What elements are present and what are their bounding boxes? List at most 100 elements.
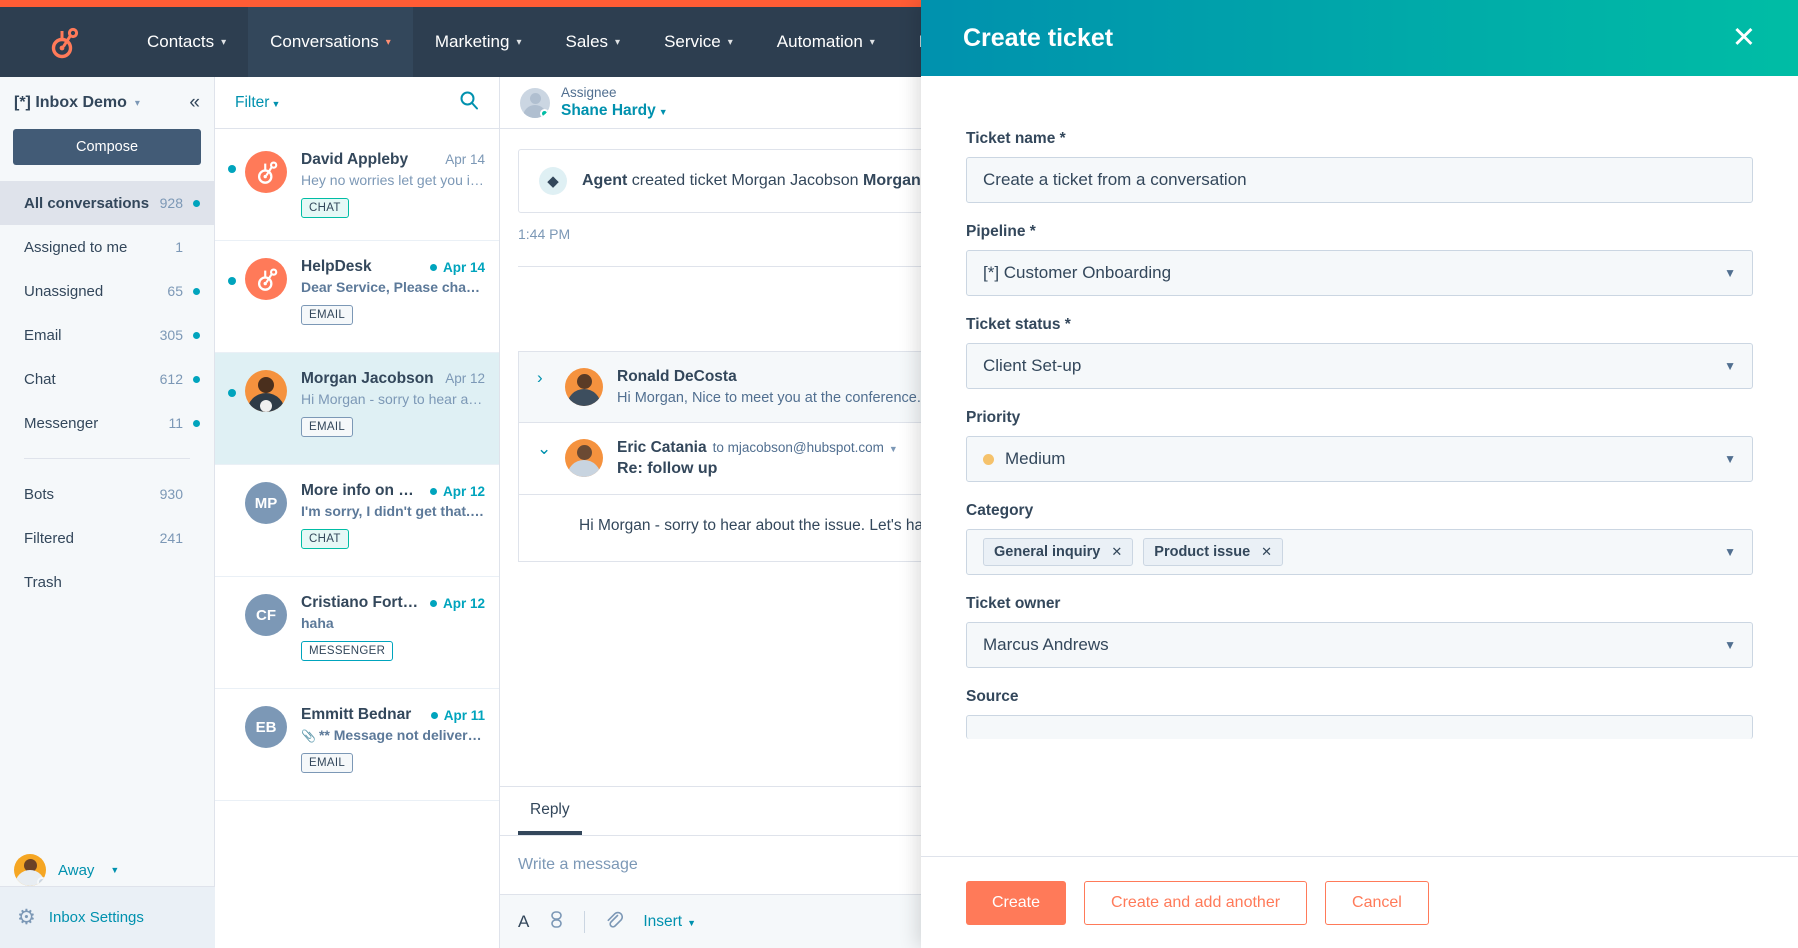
sidebar-item-email[interactable]: Email 305 [0,313,214,357]
sidebar-item-count: 928 [159,195,183,211]
ticket-name-input[interactable]: Create a ticket from a conversation [966,157,1753,203]
sidebar-item-all-conversations[interactable]: All conversations 928 [0,181,214,225]
cancel-button[interactable]: Cancel [1325,880,1429,925]
compose-button[interactable]: Compose [13,129,201,165]
ticket-owner-select[interactable]: Marcus Andrews ▼ [966,622,1753,668]
unread-dot [228,165,236,173]
list-item[interactable]: EB Emmitt Bednar Apr 11 📎 ** Message not … [215,689,499,801]
sidebar-item-chat[interactable]: Chat 612 [0,357,214,401]
nav-item-service[interactable]: Service ▾ [642,7,755,77]
chevron-down-icon: ▼ [1724,545,1736,559]
nav-item-sales[interactable]: Sales ▾ [544,7,643,77]
link-icon[interactable] [549,910,564,933]
chevron-down-icon[interactable]: ⌄ [537,439,551,459]
source-select[interactable] [966,715,1753,739]
filter-button[interactable]: Filter ▼ [235,94,280,112]
conversation-date: Apr 12 [442,596,485,611]
close-icon[interactable]: ✕ [1111,544,1122,560]
hubspot-logo[interactable] [0,7,125,77]
sidebar-item-label: Email [24,326,62,344]
list-item[interactable]: CF Cristiano Fortest Apr 12 haha MESSENG… [215,577,499,689]
list-item[interactable]: HelpDesk Apr 14 Dear Service, Please cha… [215,241,499,353]
sidebar-item-count: 65 [167,283,183,299]
sidebar-item-messenger[interactable]: Messenger 11 [0,401,214,445]
conversation-preview: Hi Morgan - sorry to hear about th… [301,391,485,407]
create-button[interactable]: Create [966,880,1067,925]
inbox-selector[interactable]: [*] Inbox Demo ▾ « [0,77,214,129]
nav-label: Automation [776,32,863,51]
avatar [245,370,287,412]
sidebar-item-assigned-to-me[interactable]: Assigned to me 1 [0,225,214,269]
attachment-clip-icon[interactable] [605,910,624,933]
category-multiselect[interactable]: General inquiry ✕ Product issue ✕ ▼ [966,529,1753,575]
field-value: Create a ticket from a conversation [983,170,1247,189]
create-and-add-another-button[interactable]: Create and add another [1084,880,1308,925]
nav-item-conversations[interactable]: Conversations ▾ [248,7,413,77]
avatar-initials: MP [254,494,278,512]
list-item[interactable]: MP More info on Produ… Apr 12 I'm sorry,… [215,465,499,577]
channel-badge: MESSENGER [301,641,394,661]
collapse-sidebar-icon[interactable]: « [189,92,200,114]
conversation-preview: Dear Service, Please change your… [301,279,485,295]
create-ticket-panel: Create ticket ✕ Ticket name * Create a t… [921,0,1798,948]
avatar [245,258,287,300]
chevron-down-icon: ▾ [221,36,227,48]
sidebar-item-label: Chat [24,370,56,388]
field-ticket-status: Ticket status * Client Set-up ▼ [966,316,1753,389]
chevron-down-icon: ▼ [110,865,120,875]
insert-button[interactable]: Insert ▼ [643,913,696,931]
field-label: Ticket status * [966,316,1071,333]
assignee-selector[interactable]: Shane Hardy ▼ [561,102,668,120]
ticket-status-select[interactable]: Client Set-up ▼ [966,343,1753,389]
nav-label: Marketing [434,32,510,51]
conversation-date: Apr 14 [445,152,485,167]
font-format-icon[interactable]: A [518,912,529,932]
chip-product-issue: Product issue ✕ [1143,538,1284,566]
event-action: created ticket Morgan Jacobson [627,172,864,189]
user-status[interactable]: Away ▼ [0,854,215,886]
nav-item-automation[interactable]: Automation ▾ [755,7,897,77]
sidebar-item-unassigned[interactable]: Unassigned 65 [0,269,214,313]
panel-form: Ticket name * Create a ticket from a con… [921,76,1798,856]
category-chips: General inquiry ✕ Product issue ✕ [983,538,1284,566]
close-icon[interactable]: ✕ [1732,23,1756,53]
chevron-down-icon: ▼ [1724,359,1736,373]
sidebar-item-trash[interactable]: Trash [0,560,214,604]
conversation-scroll[interactable]: David Appleby Apr 14 Hey no worries let … [215,129,499,948]
field-ticket-name: Ticket name * Create a ticket from a con… [966,130,1753,203]
chevron-right-icon[interactable]: › [537,368,551,388]
priority-select[interactable]: Medium ▼ [966,436,1753,482]
sidebar-item-bots[interactable]: Bots 930 [0,472,214,516]
field-priority: Priority Medium ▼ [966,409,1753,482]
sidebar-item-label: Messenger [24,414,99,432]
compose-label: Compose [75,139,139,155]
inbox-views-list: All conversations 928 Assigned to me 1 U… [0,181,214,604]
field-label: Ticket name * [966,130,1066,147]
chevron-down-icon: ▼ [687,917,697,928]
inbox-settings-button[interactable]: ⚙ Inbox Settings [0,886,215,948]
field-label: Pipeline * [966,223,1036,240]
nav-item-contacts[interactable]: Contacts ▾ [125,7,248,77]
field-ticket-owner: Ticket owner Marcus Andrews ▼ [966,595,1753,668]
conversation-name: Cristiano Fortest [301,594,424,611]
conversation-name: HelpDesk [301,258,372,275]
field-category: Category General inquiry ✕ Product issue… [966,502,1753,575]
tab-reply[interactable]: Reply [518,787,582,835]
search-icon[interactable] [459,90,479,115]
close-icon[interactable]: ✕ [1261,544,1272,560]
field-value: Medium [1005,449,1066,468]
list-item-body: David Appleby Apr 14 Hey no worries let … [301,151,485,227]
unread-dot [193,287,200,295]
conversation-name: Morgan Jacobson [301,370,434,387]
pipeline-select[interactable]: [*] Customer Onboarding ▼ [966,250,1753,296]
avatar-initials: EB [255,718,277,736]
page-title: Create ticket [963,23,1114,52]
list-item[interactable]: Morgan Jacobson Apr 12 Hi Morgan - sorry… [215,353,499,465]
conversation-date: Apr 14 [442,260,485,275]
sidebar-item-filtered[interactable]: Filtered 241 [0,516,214,560]
chevron-down-icon[interactable]: ▼ [889,444,898,454]
nav-item-marketing[interactable]: Marketing ▾ [413,7,544,77]
list-item[interactable]: David Appleby Apr 14 Hey no worries let … [215,129,499,241]
online-status-dot [540,108,549,118]
avatar [245,151,287,193]
